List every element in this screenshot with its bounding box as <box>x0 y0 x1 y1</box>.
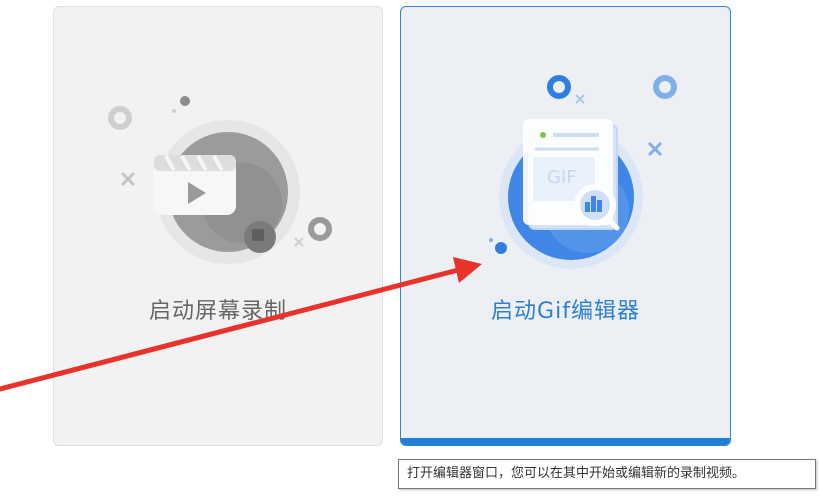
tooltip-text: 打开编辑器窗口，您可以在其中开始或编辑新的录制视频。 <box>407 466 746 481</box>
start-screen-recording-label: 启动屏幕录制 <box>148 299 287 324</box>
selection-indicator-bar <box>401 438 730 445</box>
svg-text:GIF: GIF <box>547 167 577 188</box>
video-clapper-icon <box>108 96 332 264</box>
start-screen-recording-card[interactable]: 启动屏幕录制 <box>53 6 383 446</box>
start-gif-editor-label: 启动Gif编辑器 <box>491 299 640 324</box>
tooltip: 打开编辑器窗口，您可以在其中开始或编辑新的录制视频。 <box>398 459 816 489</box>
start-gif-editor-card[interactable]: GIF 启动Gif编辑器 <box>400 6 731 446</box>
gif-document-icon: GIF <box>489 75 677 269</box>
